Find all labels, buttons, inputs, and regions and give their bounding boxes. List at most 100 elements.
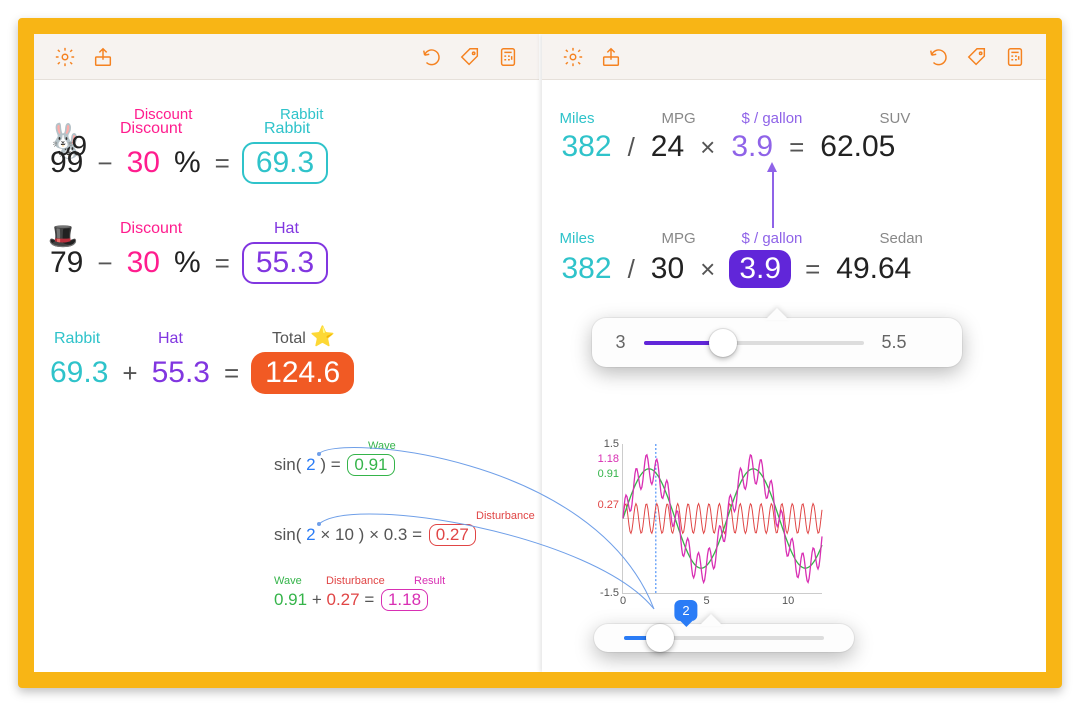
r1-op: − xyxy=(95,148,114,179)
lbl-hat: Hat xyxy=(274,220,299,238)
slider-max: 5.5 xyxy=(882,332,907,353)
lbl-rabbit2: Rabbit xyxy=(54,330,100,348)
sedan-mul: × xyxy=(698,254,717,285)
e2-mul: × xyxy=(320,525,335,544)
calculator-icon[interactable] xyxy=(489,38,527,76)
undo-icon[interactable] xyxy=(413,38,451,76)
x-slider-popover xyxy=(594,624,854,652)
lbl-wave2: Wave xyxy=(274,575,302,587)
r3-b[interactable]: 55.3 xyxy=(150,356,212,390)
lbl-sedan: Sedan xyxy=(880,230,923,247)
r1-b[interactable]: 30 xyxy=(125,146,162,180)
e2-close: ) xyxy=(359,525,365,544)
r2-pct: % xyxy=(172,246,203,280)
e3-b[interactable]: 0.27 xyxy=(326,590,359,609)
xtick-0: 0 xyxy=(620,595,626,607)
r3-a[interactable]: 69.3 xyxy=(48,356,110,390)
sedan-price-selected[interactable]: 3.9 xyxy=(729,250,791,288)
lbl-price1: $ / gallon xyxy=(742,110,803,127)
app-frame: Discount Rabbit 🐰 99 99 🐰 Discount Rabbi… xyxy=(18,18,1062,688)
suv-eq: = xyxy=(787,132,806,163)
r1-eq: = xyxy=(213,148,232,179)
undo-icon[interactable] xyxy=(920,38,958,76)
lbl-dist: Disturbance xyxy=(476,510,535,522)
wave-chart: 1.5 -1.5 1.18 0.91 0.27 0 5 10 xyxy=(622,444,822,594)
arrowhead-icon xyxy=(767,162,777,172)
lbl-mpg2: MPG xyxy=(662,230,696,247)
star-icon: ⭐ xyxy=(310,324,335,349)
e2-eq: = xyxy=(412,525,427,544)
e3-res[interactable]: 1.18 xyxy=(381,589,428,611)
xtick-10: 10 xyxy=(782,595,794,607)
expr-wave[interactable]: Wave sin( 2 ) = 0.91 xyxy=(274,454,397,476)
gear-icon[interactable] xyxy=(554,38,592,76)
suv-result[interactable]: 62.05 xyxy=(818,130,897,164)
lbl-miles1: Miles xyxy=(560,110,595,127)
r1-a[interactable]: 99 xyxy=(48,146,85,180)
lbl-discount2: Discount xyxy=(120,220,182,238)
suv-miles[interactable]: 382 xyxy=(560,130,614,164)
r2-a[interactable]: 79 xyxy=(48,246,85,280)
r2-result[interactable]: 55.3 xyxy=(242,242,328,284)
suv-mpg[interactable]: 24 xyxy=(649,130,686,164)
ref-091: 0.91 xyxy=(598,468,619,480)
left-toolbar xyxy=(34,34,539,80)
e3-eq: = xyxy=(364,590,379,609)
e2-amp[interactable]: 0.3 xyxy=(384,525,408,544)
slider-min: 3 xyxy=(616,332,626,353)
r2-op: − xyxy=(95,248,114,279)
e2-res[interactable]: 0.27 xyxy=(429,524,476,546)
e1-res[interactable]: 0.91 xyxy=(347,454,394,476)
ref-118: 1.18 xyxy=(598,453,619,465)
e2-mul2: × xyxy=(369,525,384,544)
r3-op: + xyxy=(120,358,139,389)
suv-mul: × xyxy=(698,132,717,163)
x-slider-thumb[interactable] xyxy=(646,624,674,652)
r2-eq: = xyxy=(213,248,232,279)
lbl-price2: $ / gallon xyxy=(742,230,803,247)
r3-eq: = xyxy=(222,358,241,389)
xtick-5: 5 xyxy=(704,595,710,607)
e3-a[interactable]: 0.91 xyxy=(274,590,307,609)
calculator-icon[interactable] xyxy=(996,38,1034,76)
gear-icon[interactable] xyxy=(46,38,84,76)
right-toolbar xyxy=(542,34,1047,80)
e2-k[interactable]: 10 xyxy=(335,525,354,544)
slider-thumb[interactable] xyxy=(709,329,737,357)
e1-x[interactable]: 2 xyxy=(306,455,315,474)
lbl-result: Result xyxy=(414,575,445,587)
expr-result[interactable]: Wave Disturbance Result 0.91 + 0.27 = 1.… xyxy=(274,589,430,611)
share-icon[interactable] xyxy=(84,38,122,76)
r1-pct: % xyxy=(172,146,203,180)
x-slider[interactable] xyxy=(624,636,824,640)
ytick-max: 1.5 xyxy=(604,438,619,450)
lbl-rabbit: Rabbit xyxy=(264,120,310,138)
lbl-suv: SUV xyxy=(880,110,911,127)
sedan-miles[interactable]: 382 xyxy=(560,252,614,286)
sedan-result[interactable]: 49.64 xyxy=(834,252,913,286)
e2-fn: sin( xyxy=(274,525,301,544)
tag-icon[interactable] xyxy=(451,38,489,76)
e1-fn: sin( xyxy=(274,455,301,474)
share-icon[interactable] xyxy=(592,38,630,76)
price-slider[interactable] xyxy=(644,341,864,345)
suv-price[interactable]: 3.9 xyxy=(729,130,775,164)
lbl-dist2: Disturbance xyxy=(326,575,385,587)
expr-disturbance[interactable]: Disturbance sin( 2 × 10 ) × 0.3 = 0.27 xyxy=(274,524,478,546)
sedan-eq: = xyxy=(803,254,822,285)
r2-b[interactable]: 30 xyxy=(125,246,162,280)
r1-result[interactable]: 69.3 xyxy=(242,142,328,184)
x-slider-badge: 2 xyxy=(674,600,697,621)
lbl-hat2: Hat xyxy=(158,330,183,348)
sedan-mpg[interactable]: 30 xyxy=(649,252,686,286)
lbl-total: Total xyxy=(272,330,306,348)
r3-result[interactable]: 124.6 xyxy=(251,352,354,394)
e3-plus: + xyxy=(312,590,327,609)
lbl-miles2: Miles xyxy=(560,230,595,247)
tag-icon[interactable] xyxy=(958,38,996,76)
lbl-wave: Wave xyxy=(368,440,396,452)
lbl-mpg1: MPG xyxy=(662,110,696,127)
e2-x[interactable]: 2 xyxy=(306,525,315,544)
e1-close: ) xyxy=(320,455,326,474)
e1-eq: = xyxy=(331,455,346,474)
